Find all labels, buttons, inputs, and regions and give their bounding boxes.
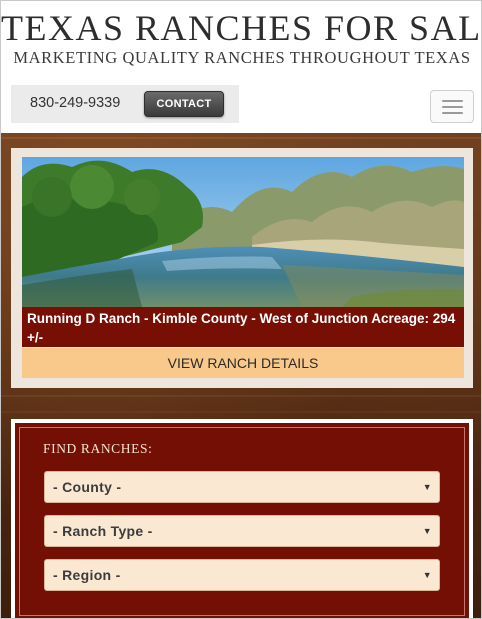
chevron-down-icon: ▼: [422, 526, 432, 536]
menu-bar-3: [442, 112, 463, 114]
site-tagline: MARKETING QUALITY RANCHES THROUGHOUT TEX…: [13, 48, 471, 67]
county-select-value: - County -: [53, 479, 122, 495]
contact-button[interactable]: CONTACT: [144, 91, 224, 117]
county-select[interactable]: - County - ▼: [44, 471, 440, 503]
site-header: TEXAS RANCHES FOR SALE MARKETING QUALITY…: [1, 1, 481, 133]
find-ranches-title: FIND RANCHES:: [43, 441, 153, 456]
chevron-down-icon: ▼: [422, 482, 432, 492]
ranch-photo[interactable]: [22, 157, 464, 307]
find-ranches-panel: FIND RANCHES: - County - ▼ - Ranch Type …: [11, 419, 473, 618]
region-select[interactable]: - Region - ▼: [44, 559, 440, 591]
contact-bar: 830-249-9339 CONTACT: [11, 85, 239, 123]
page-frame: TEXAS RANCHES FOR SALE MARKETING QUALITY…: [0, 0, 482, 619]
menu-bar-2: [442, 106, 463, 108]
phone-number[interactable]: 830-249-9339: [30, 95, 120, 111]
region-select-value: - Region -: [53, 567, 121, 583]
ranch-type-select[interactable]: - Ranch Type - ▼: [44, 515, 440, 547]
find-ranches-box: FIND RANCHES: - County - ▼ - Ranch Type …: [15, 423, 469, 618]
featured-ranch-card: Running D Ranch - Kimble County - West o…: [11, 148, 473, 388]
river-landscape-image: [22, 157, 464, 307]
featured-ranch-caption[interactable]: Running D Ranch - Kimble County - West o…: [22, 307, 464, 347]
ranch-type-select-value: - Ranch Type -: [53, 523, 153, 539]
chevron-down-icon: ▼: [422, 570, 432, 580]
view-ranch-details-button[interactable]: VIEW RANCH DETAILS: [22, 348, 464, 378]
site-title[interactable]: TEXAS RANCHES FOR SALE: [1, 7, 481, 49]
menu-bar-1: [442, 100, 463, 102]
hamburger-menu-icon[interactable]: [430, 90, 474, 123]
